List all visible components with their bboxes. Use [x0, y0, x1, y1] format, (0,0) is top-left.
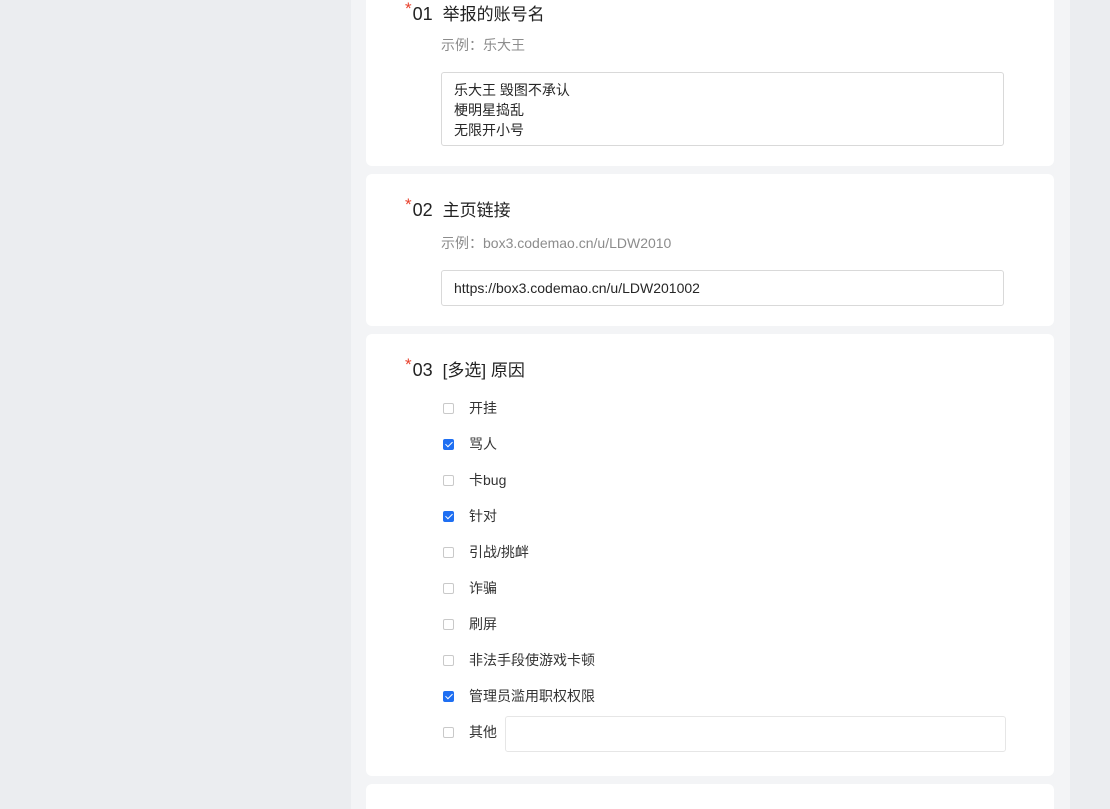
option-bug-abuse[interactable]: 卡bug [443, 470, 506, 490]
option-fraud[interactable]: 诈骗 [443, 578, 497, 598]
option-label: 骂人 [469, 436, 497, 452]
textarea-line: 梗明星捣乱 [454, 102, 524, 118]
option-cheating[interactable]: 开挂 [443, 398, 497, 418]
textarea-line: 无限开小号 [454, 122, 524, 138]
checkbox[interactable] [443, 546, 454, 558]
option-admin-abuse[interactable]: 管理员滥用职权权限 [443, 686, 595, 706]
question-header: * 02 主页链接 [405, 195, 511, 221]
checkbox-checked[interactable] [443, 438, 454, 450]
question-number: 03 [412, 360, 433, 380]
required-mark: * [405, 0, 412, 18]
option-label: 管理员滥用职权权限 [469, 688, 595, 704]
option-label: 针对 [469, 508, 497, 524]
question-hint: 示例：乐大王 [441, 37, 525, 53]
required-mark: * [405, 355, 412, 374]
option-label: 诈骗 [469, 580, 497, 596]
checkbox[interactable] [443, 402, 454, 414]
checkbox[interactable] [443, 582, 454, 594]
textarea-line: 乐大王 毁图不承认 [454, 82, 570, 98]
option-insulting[interactable]: 骂人 [443, 434, 497, 454]
question-card-account-name: * 01 举报的账号名 示例：乐大王 乐大王 毁图不承认 梗明星捣乱 无限开小号 [366, 0, 1054, 166]
question-card-homepage-link: * 02 主页链接 示例：box3.codemao.cn/u/LDW2010 h… [366, 174, 1054, 326]
option-label: 开挂 [469, 400, 497, 416]
option-label: 引战/挑衅 [469, 544, 529, 560]
checkbox-checked[interactable] [443, 690, 454, 702]
checkbox[interactable] [443, 654, 454, 666]
form-page: * 01 举报的账号名 示例：乐大王 乐大王 毁图不承认 梗明星捣乱 无限开小号… [0, 0, 1110, 809]
option-spamming[interactable]: 刷屏 [443, 614, 497, 634]
option-other[interactable]: 其他 [443, 722, 497, 742]
question-card-reasons: * 03 [多选] 原因 开挂 骂人 卡bug 针对 引战/挑衅 诈骗 刷屏 非… [366, 334, 1054, 776]
checkbox[interactable] [443, 726, 454, 738]
option-targeting[interactable]: 针对 [443, 506, 497, 526]
option-label: 其他 [469, 724, 497, 740]
question-title: 举报的账号名 [442, 5, 545, 24]
question-title: [多选] 原因 [442, 361, 525, 380]
checkbox[interactable] [443, 618, 454, 630]
required-mark: * [405, 195, 412, 214]
question-header: * 03 [多选] 原因 [405, 355, 525, 381]
option-provoking[interactable]: 引战/挑衅 [443, 542, 529, 562]
question-hint: 示例：box3.codemao.cn/u/LDW2010 [441, 235, 672, 251]
option-label: 刷屏 [469, 616, 497, 632]
checkbox[interactable] [443, 474, 454, 486]
option-label: 非法手段使游戏卡顿 [469, 652, 595, 668]
question-card-next [366, 784, 1054, 809]
other-reason-input[interactable] [505, 716, 1006, 752]
question-number: 01 [412, 4, 433, 24]
scrollbar-track[interactable] [1070, 0, 1110, 809]
homepage-link-input[interactable]: https://box3.codemao.cn/u/LDW201002 [441, 270, 1004, 306]
option-lagging-game[interactable]: 非法手段使游戏卡顿 [443, 650, 595, 670]
question-title: 主页链接 [442, 201, 511, 220]
option-label: 卡bug [469, 472, 507, 488]
account-name-textarea[interactable]: 乐大王 毁图不承认 梗明星捣乱 无限开小号 [441, 72, 1004, 146]
checkbox-checked[interactable] [443, 510, 454, 522]
question-header: * 01 举报的账号名 [405, 0, 545, 25]
question-number: 02 [412, 200, 433, 220]
